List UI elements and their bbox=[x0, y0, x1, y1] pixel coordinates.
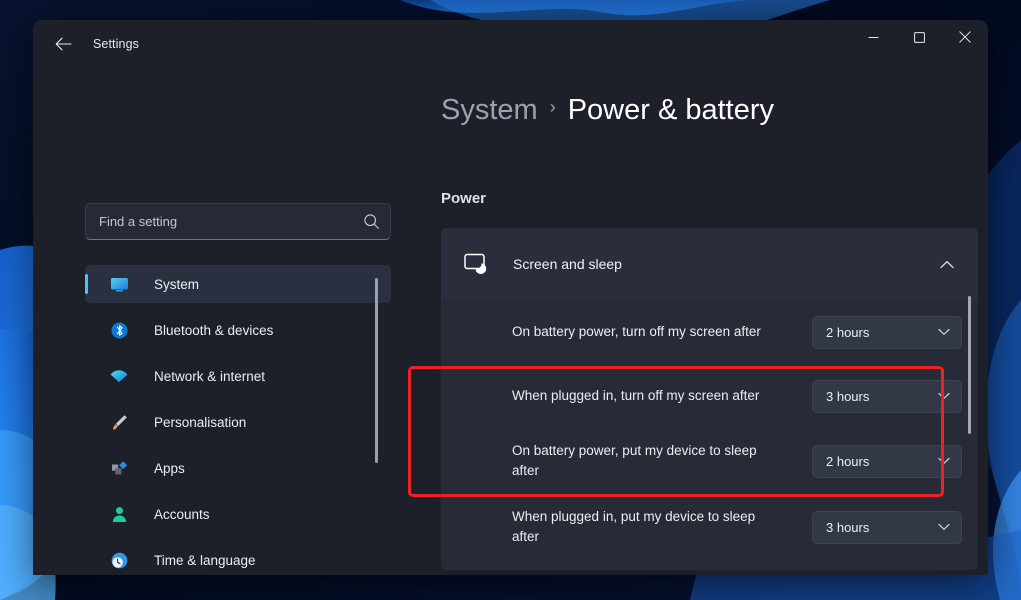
dropdown-value: 3 hours bbox=[826, 519, 870, 535]
wifi-icon bbox=[109, 366, 129, 386]
sidebar-item-label: Time & language bbox=[154, 552, 256, 568]
bluetooth-icon bbox=[109, 320, 129, 340]
minimize-button[interactable] bbox=[850, 20, 896, 54]
search-input[interactable] bbox=[99, 214, 363, 229]
dropdown-battery-sleep[interactable]: 2 hours bbox=[812, 444, 962, 478]
sidebar-item-personalisation[interactable]: Personalisation bbox=[85, 403, 391, 441]
sidebar-item-label: System bbox=[154, 276, 200, 292]
sidebar-item-accounts[interactable]: Accounts bbox=[85, 495, 391, 533]
title-bar: Settings bbox=[33, 20, 988, 68]
sidebar-item-system[interactable]: System bbox=[85, 265, 391, 303]
screen-and-sleep-title: Screen and sleep bbox=[513, 256, 622, 272]
setting-label: When plugged in, turn off my screen afte… bbox=[512, 388, 760, 403]
page-title: Power & battery bbox=[567, 94, 775, 126]
setting-label: When plugged in, put my device to sleep … bbox=[512, 509, 756, 544]
page-header: System › Power & battery bbox=[413, 68, 988, 153]
setting-row-battery-sleep: On battery power, put my device to sleep… bbox=[441, 428, 978, 494]
chevron-down-icon bbox=[924, 392, 950, 400]
settings-window: Settings Find a setting System Bluetooth… bbox=[33, 20, 988, 575]
monitor-icon bbox=[109, 274, 129, 294]
search-box[interactable] bbox=[85, 203, 391, 240]
paintbrush-icon bbox=[109, 412, 129, 432]
dropdown-value: 2 hours bbox=[826, 324, 870, 340]
sidebar-item-apps[interactable]: Apps bbox=[85, 449, 391, 487]
setting-row-plugged-sleep: When plugged in, put my device to sleep … bbox=[441, 494, 978, 560]
apps-icon bbox=[109, 458, 129, 478]
sidebar: System Bluetooth & devices bbox=[33, 68, 413, 575]
sidebar-item-network-internet[interactable]: Network & internet bbox=[85, 357, 391, 395]
minimize-icon bbox=[868, 36, 878, 38]
desktop: Settings Find a setting System Bluetooth… bbox=[0, 0, 1021, 600]
sidebar-item-label: Network & internet bbox=[154, 368, 266, 384]
clock-globe-icon bbox=[109, 550, 129, 570]
setting-label: On battery power, put my device to sleep… bbox=[512, 443, 757, 478]
sidebar-item-time-language[interactable]: Time & language bbox=[85, 541, 391, 575]
breadcrumb-parent[interactable]: System bbox=[441, 94, 538, 127]
chevron-down-icon bbox=[924, 328, 950, 336]
dropdown-plugged-screen-off[interactable]: 3 hours bbox=[812, 379, 962, 413]
screen-sleep-icon bbox=[463, 250, 491, 278]
power-section-heading: Power bbox=[441, 190, 487, 207]
sidebar-item-label: Accounts bbox=[154, 506, 210, 522]
close-button[interactable] bbox=[942, 20, 988, 54]
screen-and-sleep-header[interactable]: Screen and sleep bbox=[441, 228, 978, 300]
dropdown-value: 3 hours bbox=[826, 388, 870, 404]
sidebar-item-label: Apps bbox=[154, 460, 185, 476]
maximize-icon bbox=[913, 31, 925, 43]
app-title: Settings bbox=[93, 37, 139, 51]
breadcrumb-separator: › bbox=[549, 97, 556, 117]
caption-buttons bbox=[850, 20, 988, 68]
content-scrollbar[interactable] bbox=[968, 296, 971, 434]
dropdown-value: 2 hours bbox=[826, 453, 870, 469]
content-pane: Power Screen and sleep On battery power,… bbox=[413, 68, 988, 575]
chevron-down-icon bbox=[924, 523, 950, 531]
maximize-button[interactable] bbox=[896, 20, 942, 54]
back-button[interactable] bbox=[46, 27, 80, 61]
dropdown-plugged-sleep[interactable]: 3 hours bbox=[812, 510, 962, 544]
close-icon bbox=[959, 31, 971, 43]
sidebar-item-bluetooth-devices[interactable]: Bluetooth & devices bbox=[85, 311, 391, 349]
dropdown-battery-screen-off[interactable]: 2 hours bbox=[812, 315, 962, 349]
setting-row-battery-screen-off: On battery power, turn off my screen aft… bbox=[441, 300, 978, 364]
back-arrow-icon bbox=[55, 37, 72, 51]
chevron-down-icon bbox=[924, 457, 950, 465]
person-icon bbox=[109, 504, 129, 524]
search-icon bbox=[364, 214, 379, 229]
screen-and-sleep-card: Screen and sleep On battery power, turn … bbox=[441, 228, 978, 570]
setting-row-plugged-screen-off: When plugged in, turn off my screen afte… bbox=[441, 364, 978, 428]
chevron-up-icon[interactable] bbox=[932, 249, 962, 279]
sidebar-item-label: Personalisation bbox=[154, 414, 247, 430]
sidebar-scrollbar[interactable] bbox=[375, 278, 378, 463]
sidebar-item-label: Bluetooth & devices bbox=[154, 322, 274, 338]
sidebar-nav: System Bluetooth & devices Network & int… bbox=[85, 265, 391, 575]
setting-label: On battery power, turn off my screen aft… bbox=[512, 324, 761, 339]
